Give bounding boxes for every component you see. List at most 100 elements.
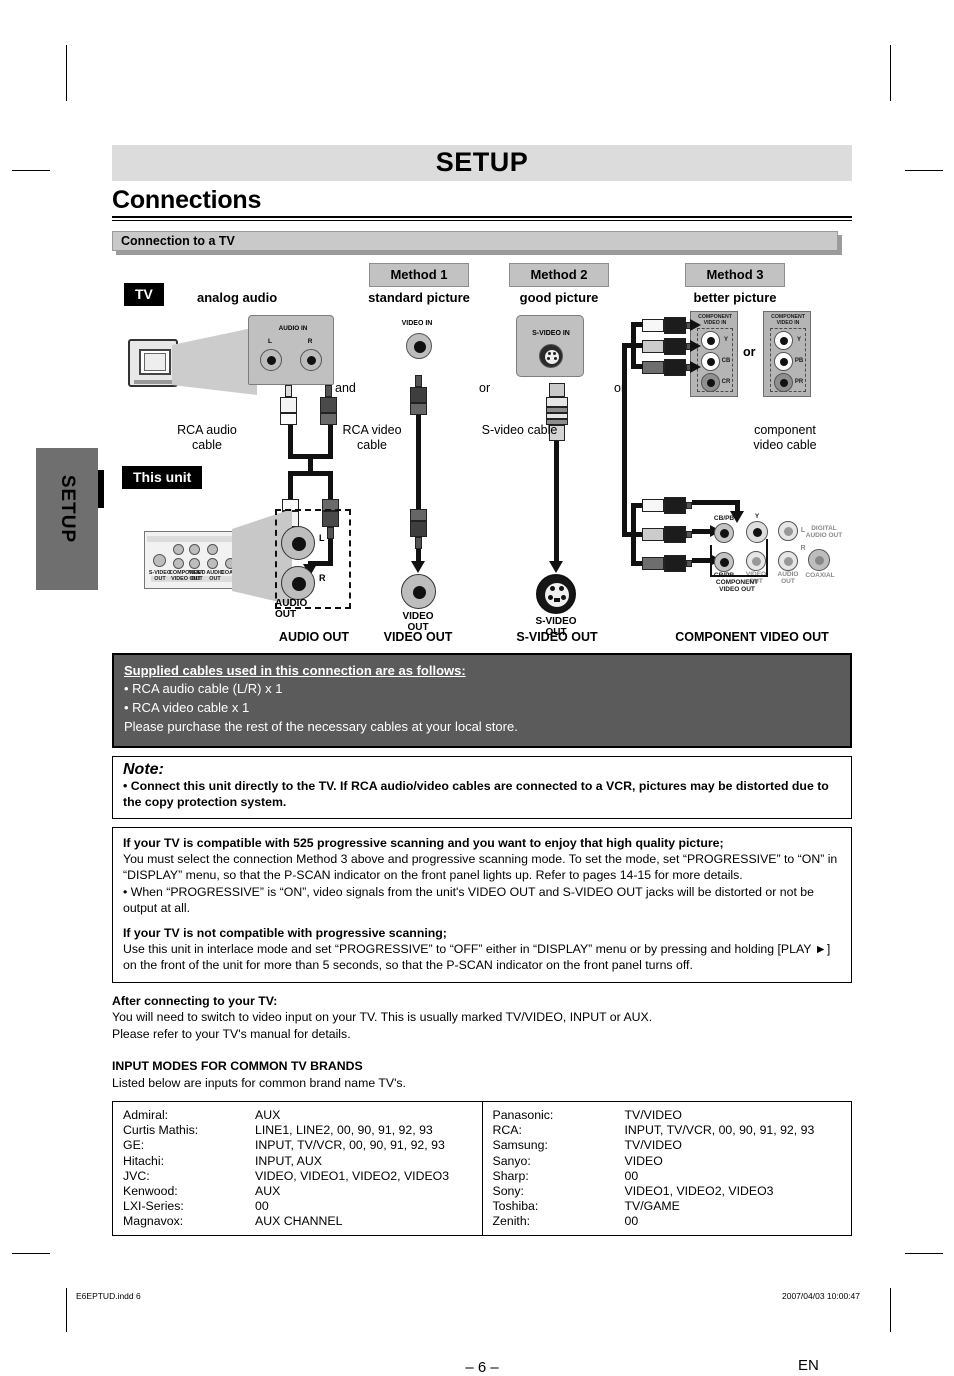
- table-row: Sony: VIDEO1, VIDEO2, VIDEO3: [493, 1184, 852, 1199]
- table-row: Hitachi: INPUT, AUX: [123, 1154, 482, 1169]
- brand-value: AUX CHANNEL: [255, 1214, 343, 1229]
- bottom-label-component-video-out: COMPONENT VIDEO OUT: [675, 629, 829, 644]
- brand-input-modes-table: Admiral: AUX Curtis Mathis: LINE1, LINE2, …: [112, 1101, 852, 1237]
- supplied-cables-box: Supplied cables used in this connection …: [112, 652, 852, 748]
- audio-in-l-jack: [260, 348, 282, 371]
- rca-audio-wire-trunk: [308, 457, 313, 472]
- unit-audio-out-r-jack: [778, 550, 798, 571]
- title-rule-thick: [112, 215, 852, 218]
- progressive-paragraph-2: Use this unit in interlace mode and set …: [123, 942, 831, 973]
- unit-coaxial-label: COAXIAL: [805, 571, 835, 579]
- unit-comp-y-label: Y: [754, 512, 760, 520]
- component-in-y-jack: [701, 330, 720, 350]
- supplied-cables-heading: Supplied cables used in this connection …: [124, 662, 466, 678]
- progressive-bullet-1: • When “PROGRESSIVE” is “ON”, video sign…: [123, 884, 814, 915]
- component-wire-trunk: [622, 342, 627, 537]
- table-row: RCA: INPUT, TV/VCR, 00, 90, 91, 92, 93: [493, 1123, 852, 1138]
- tv-audio-in-panel: AUDIO IN L R: [248, 314, 334, 385]
- brand-name: Curtis Mathis:: [123, 1123, 199, 1138]
- component-in-y2-label: Y: [796, 336, 801, 343]
- brand-name: LXI-Series:: [123, 1199, 184, 1214]
- page-content: SETUP Connections Connection to a TV Met…: [112, 145, 852, 1376]
- audio-out-r-label: R: [319, 572, 326, 583]
- component-cable-label: component video cable: [753, 422, 817, 453]
- brand-value: 00: [624, 1168, 639, 1183]
- brand-name: Sharp:: [492, 1168, 529, 1183]
- print-timestamp: 2007/04/03 10:00:47: [782, 1291, 860, 1301]
- crop-mark-bottom-right: [905, 1253, 943, 1254]
- crop-mark-bottom-left: [12, 1253, 50, 1254]
- brand-value: LINE1, LINE2, 00, 90, 91, 92, 93: [255, 1123, 433, 1138]
- brand-name: RCA:: [492, 1123, 522, 1138]
- unit-comp-cbpb-label: CB/PB: [713, 514, 735, 522]
- rca-audio-cable-label: RCA audio cable: [177, 422, 237, 453]
- brand-name: Kenwood:: [123, 1183, 178, 1198]
- svideo-wire: [554, 440, 559, 563]
- crop-mark-top-left: [66, 45, 67, 101]
- page-number: – 6 –: [465, 1359, 499, 1376]
- method-1-box: Method 1: [369, 262, 469, 287]
- unit-component-video-out-label: COMPONENT VIDEO OUT: [715, 578, 759, 594]
- subsection-bar: Connection to a TV: [112, 230, 838, 251]
- unit-digital-audio-out-label: DIGITAL AUDIO OUT: [805, 524, 843, 540]
- brand-name: Panasonic:: [492, 1108, 554, 1123]
- language-mark: EN: [798, 1357, 819, 1374]
- conjunction-and: and: [335, 380, 356, 395]
- input-modes-line-1: Listed below are inputs for common brand…: [112, 1075, 406, 1090]
- brand-value: 00: [255, 1199, 269, 1214]
- brand-name: Sony:: [492, 1183, 524, 1198]
- brand-name: Admiral:: [123, 1108, 169, 1123]
- audio-in-r-jack: [300, 348, 322, 371]
- method-1-quality: standard picture: [368, 289, 470, 305]
- supplied-cables-item-0: • RCA audio cable (L/R) x 1: [124, 681, 283, 697]
- svideo-in-jack: [539, 343, 563, 368]
- audio-out-l-jack: [281, 525, 315, 560]
- after-connecting-line-1: You will need to switch to video input o…: [112, 1010, 653, 1025]
- after-connecting-heading: After connecting to your TV:: [112, 993, 278, 1008]
- svideo-in-label: S-VIDEO IN: [532, 329, 570, 337]
- component-in-cr-label: CR: [721, 378, 731, 385]
- video-in-jack: [406, 332, 432, 359]
- after-connecting-section: After connecting to your TV: You will ne…: [112, 993, 852, 1042]
- unit-audio-out-l-jack: [778, 520, 798, 541]
- component-in-pr-label: PR: [794, 378, 804, 385]
- unit-comp-y-jack: [746, 520, 768, 543]
- chapter-banner: SETUP: [112, 145, 852, 182]
- component-in-cr-jack: [701, 372, 720, 392]
- table-row: Curtis Mathis: LINE1, LINE2, 00, 90, 91, …: [123, 1123, 482, 1138]
- audio-out-detail-label: AUDIO OUT: [275, 597, 308, 620]
- page-title: Connections: [112, 186, 262, 215]
- component-in-pb-jack: [774, 351, 793, 371]
- tv-component-panel-ypbpr: COMPONENT VIDEO IN Y PB PR: [763, 310, 811, 397]
- crop-mark-left: [12, 170, 50, 171]
- video-out-arrow: [411, 560, 425, 573]
- table-row: GE: INPUT, TV/VCR, 00, 90, 91, 92, 93: [123, 1138, 482, 1153]
- tv-set-icon: [128, 338, 178, 387]
- audio-in-l-label: L: [268, 337, 272, 345]
- table-row: Panasonic: TV/VIDEO: [493, 1108, 852, 1123]
- brand-value: VIDEO1, VIDEO2, VIDEO3: [624, 1183, 774, 1198]
- unit-component-out-panel: CB/PB Y CR/PR VIDEOOUT L R AUDIOOUT: [690, 493, 850, 593]
- component-in-cb-label: CB: [721, 357, 731, 364]
- side-tab-marker: [98, 470, 104, 508]
- rca-audio-wire-r2: [328, 474, 333, 501]
- brand-value: TV/VIDEO: [624, 1108, 682, 1123]
- progressive-heading-1: If your TV is compatible with 525 progre…: [123, 835, 724, 850]
- component-arrow-top-3: [690, 360, 701, 373]
- table-row: Sharp: 00: [493, 1169, 852, 1184]
- brand-name: Sanyo:: [492, 1153, 531, 1168]
- component-wire-vert-bottom: [631, 502, 636, 566]
- crop-mark-bottom-right-vert: [890, 1288, 891, 1332]
- table-row: Admiral: AUX: [123, 1108, 482, 1123]
- brand-name: Toshiba:: [492, 1199, 539, 1214]
- table-row: Sanyo: VIDEO: [493, 1154, 852, 1169]
- unit-video-out-small: VIDEO OUT: [188, 569, 206, 582]
- svideo-out-jack: [536, 573, 576, 614]
- unit-video-out-jack-small: [746, 550, 766, 571]
- brand-value: INPUT, AUX: [255, 1153, 322, 1168]
- tv-callout-wedge: [172, 326, 257, 395]
- brand-value: TV/VIDEO: [624, 1138, 682, 1153]
- table-row: Toshiba: TV/GAME: [493, 1199, 852, 1214]
- brand-value: AUX: [255, 1183, 281, 1198]
- component-arrow-top-2: [690, 339, 701, 352]
